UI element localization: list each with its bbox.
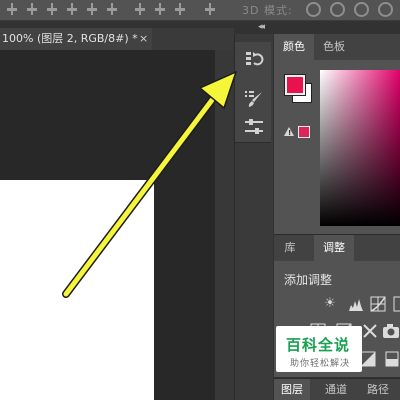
levels-icon[interactable] <box>348 296 364 312</box>
tab-color[interactable]: 颜色 <box>274 34 314 60</box>
properties-button[interactable] <box>242 116 266 138</box>
document-canvas[interactable] <box>0 180 154 400</box>
tab-channels[interactable]: 通道 <box>318 379 354 400</box>
history-button[interactable] <box>242 48 266 70</box>
gamut-color-swatch[interactable] <box>298 126 310 138</box>
history-icon <box>246 52 264 66</box>
distribute-top-icon[interactable] <box>134 3 146 15</box>
layers-panel: 图层 通道 路径 <box>274 378 400 400</box>
collapse-panels-icon[interactable]: ◂◂ <box>258 22 265 32</box>
foreground-color-swatch[interactable] <box>285 75 305 95</box>
3d-slide-icon[interactable] <box>378 2 393 17</box>
align-right-icon[interactable] <box>106 3 118 15</box>
close-icon[interactable]: × <box>139 28 148 50</box>
3d-roll-icon[interactable] <box>330 2 345 17</box>
align-vertical-center-icon[interactable] <box>26 3 38 15</box>
document-tab[interactable]: 100% (图层 2, RGB/8#) * × <box>0 28 152 50</box>
properties-icon <box>245 119 263 134</box>
distribute-center-icon[interactable] <box>154 3 166 15</box>
threshold-icon[interactable] <box>384 351 400 367</box>
color-balance-icon[interactable] <box>362 323 378 339</box>
align-top-icon[interactable] <box>6 3 18 15</box>
align-horizontal-center-icon[interactable] <box>86 3 98 15</box>
photo-filter-icon[interactable] <box>382 323 399 339</box>
options-bar: 3D 模式: <box>0 0 400 21</box>
posterize-icon[interactable] <box>360 351 376 367</box>
3d-pan-icon[interactable] <box>354 2 369 17</box>
distribute-left-icon[interactable] <box>204 3 216 15</box>
tab-adjustments[interactable]: 调整 <box>314 235 354 261</box>
color-field[interactable] <box>320 70 400 226</box>
align-left-icon[interactable] <box>66 3 78 15</box>
brush-presets-button[interactable] <box>242 88 266 110</box>
add-adjustment-label: 添加调整 <box>284 273 333 287</box>
brightness-icon[interactable]: ☀ <box>322 296 338 312</box>
watermark-logo: 百科全说 助你轻松解决 <box>276 326 362 372</box>
3d-orbit-icon[interactable] <box>306 2 321 17</box>
tab-libraries[interactable]: 库 <box>274 235 306 261</box>
gamut-warning-icon[interactable]: ! <box>284 127 294 137</box>
3d-mode-label: 3D 模式: <box>242 4 293 17</box>
tab-strip <box>152 28 234 50</box>
tab-swatches[interactable]: 色板 <box>314 34 354 60</box>
tab-paths[interactable]: 路径 <box>360 379 396 400</box>
color-panel: 颜色 色板 ! <box>274 34 400 234</box>
exposure-icon[interactable] <box>390 296 400 312</box>
color-panel-tabs: 颜色 色板 <box>274 34 400 60</box>
distribute-bottom-icon[interactable] <box>174 3 186 15</box>
document-tab-title: 100% (图层 2, RGB/8#) * <box>2 32 138 45</box>
watermark-title: 百科全说 <box>286 336 351 354</box>
align-bottom-icon[interactable] <box>46 3 58 15</box>
photoshop-window: 3D 模式: ◂◂ 100% (图层 2, RGB/8#) * × 颜色 色板 … <box>0 0 400 400</box>
adjustments-panel-tabs: 库 调整 <box>274 235 400 261</box>
canvas-scroll-region <box>215 50 234 400</box>
tab-layers[interactable]: 图层 <box>274 379 310 400</box>
watermark-subtitle: 助你轻松解决 <box>290 359 351 369</box>
brush-presets-icon <box>245 91 262 107</box>
curves-icon[interactable] <box>370 296 386 312</box>
